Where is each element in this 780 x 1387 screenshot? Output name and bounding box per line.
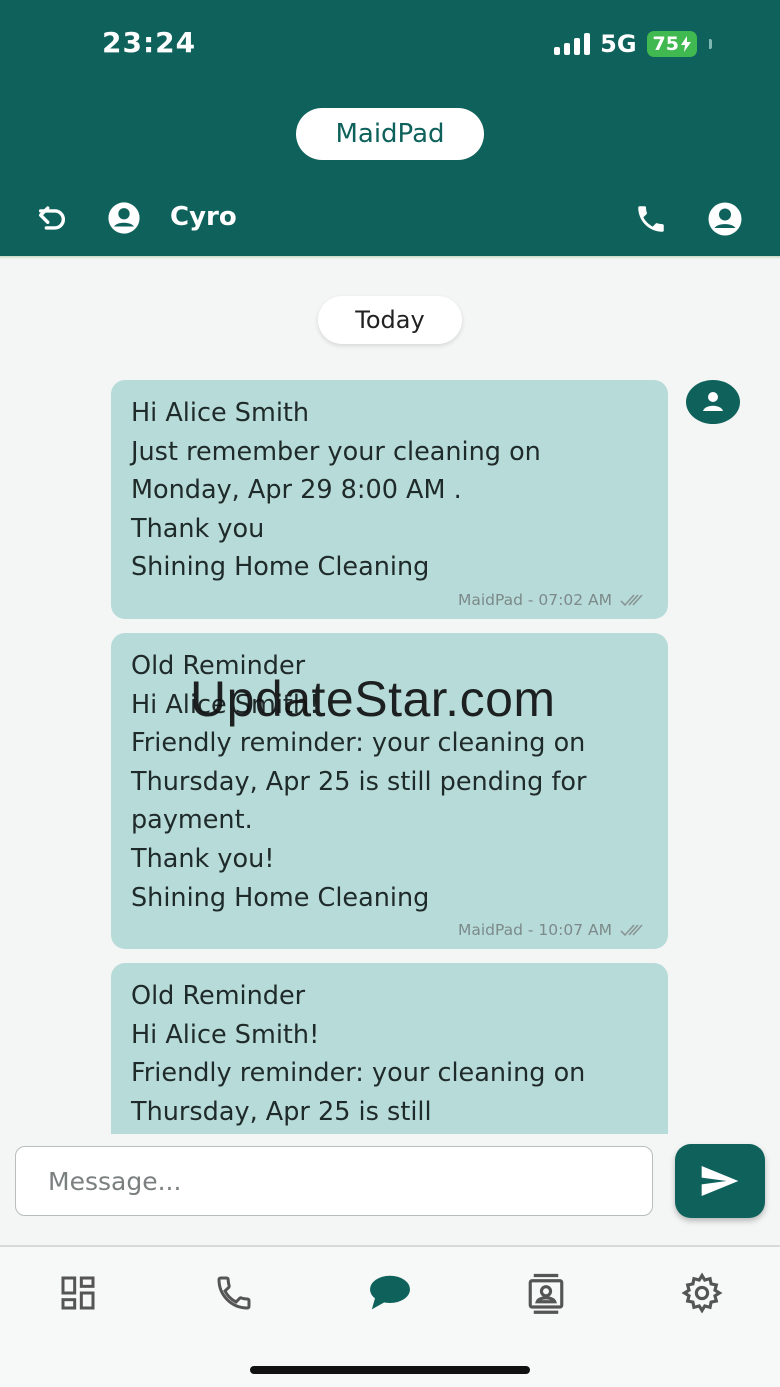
send-icon [701, 1166, 739, 1196]
contacts-icon[interactable] [524, 1271, 568, 1315]
date-label: Today [355, 306, 425, 334]
person-icon [703, 392, 723, 411]
phone-icon[interactable] [212, 1271, 256, 1315]
status-indicators: 5G 75 [554, 30, 712, 58]
battery-icon: 75 [646, 31, 697, 57]
sender-avatar [686, 380, 740, 424]
message-bubble[interactable]: Old Reminder Hi Alice Smith! Friendly re… [111, 963, 668, 1134]
battery-level: 75 [652, 33, 679, 55]
message-input[interactable] [15, 1146, 653, 1216]
network-label: 5G [600, 30, 637, 58]
contact-name[interactable]: Cyro [170, 202, 237, 232]
message-timestamp: MaidPad - 07:02 AM [457, 590, 612, 609]
app-name: MaidPad [335, 119, 445, 149]
dashboard-icon[interactable] [56, 1271, 100, 1315]
app-header: 23:24 5G 75 MaidPad Cyro [0, 0, 780, 256]
message-bubble[interactable]: Hi Alice Smith Just remember your cleani… [111, 380, 668, 619]
message-meta: MaidPad - 07:02 AM [131, 591, 648, 609]
composer-bar [0, 1134, 780, 1246]
battery-nub [709, 39, 712, 49]
profile-icon[interactable] [706, 200, 744, 238]
contact-avatar-icon[interactable] [106, 200, 142, 236]
watermark: UpdateStar.com [190, 671, 556, 727]
message-text: Old Reminder Hi Alice Smith! Friendly re… [131, 981, 586, 1127]
message-meta: MaidPad - 10:07 AM [131, 921, 648, 939]
status-time: 23:24 [102, 26, 197, 59]
settings-icon[interactable] [680, 1271, 724, 1315]
app-name-pill: MaidPad [296, 108, 484, 160]
double-check-icon [620, 594, 643, 607]
chat-messages[interactable]: Hi Alice Smith Just remember your cleani… [0, 370, 780, 1134]
message-timestamp: MaidPad - 10:07 AM [457, 921, 612, 940]
double-check-icon [620, 924, 643, 937]
send-button[interactable] [675, 1144, 765, 1218]
signal-icon [554, 33, 591, 55]
header-shadow [0, 256, 780, 259]
message-text: Hi Alice Smith Just remember your cleani… [131, 398, 541, 583]
call-icon[interactable] [632, 200, 670, 238]
home-indicator[interactable] [250, 1366, 530, 1374]
chat-icon[interactable] [368, 1271, 412, 1315]
back-icon[interactable] [34, 200, 70, 236]
date-chip: Today [318, 296, 462, 344]
